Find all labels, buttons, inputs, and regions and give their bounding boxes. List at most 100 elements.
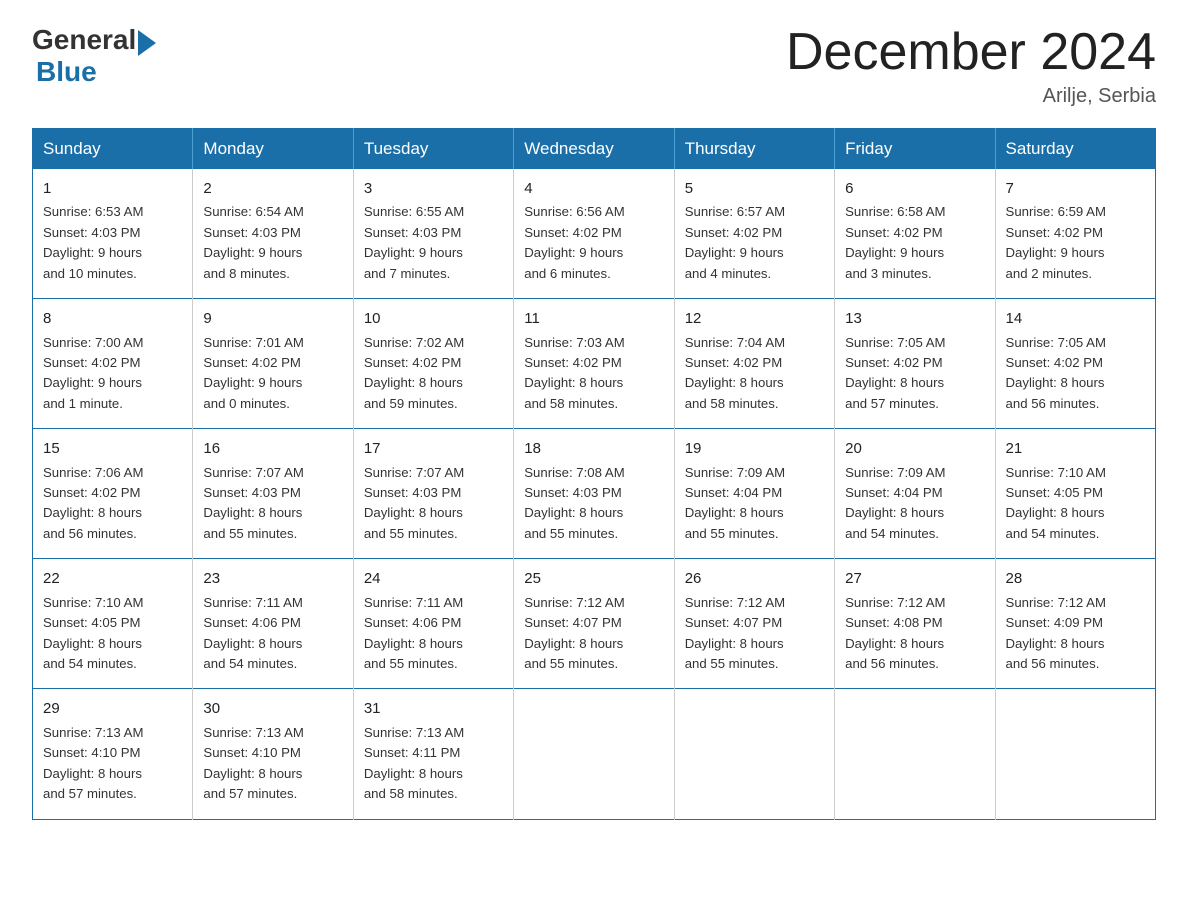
calendar-cell: 29Sunrise: 7:13 AM Sunset: 4:10 PM Dayli… — [33, 689, 193, 819]
calendar-week-row: 15 Sunrise: 7:06 AM Sunset: 4:02 PM Dayli… — [33, 429, 1156, 559]
day-info: Sunrise: 7:10 AM Sunset: 4:05 PM Dayligh… — [43, 593, 182, 675]
calendar-cell: 13 Sunrise: 7:05 AM Sunset: 4:02 PM Dayli… — [835, 299, 995, 429]
day-info: Sunrise: 7:07 AM Sunset: 4:03 PM Dayligh… — [364, 463, 503, 545]
calendar-cell: 7Sunrise: 6:59 AM Sunset: 4:02 PM Daylig… — [995, 169, 1155, 299]
day-info: Sunrise: 7:12 AM Sunset: 4:07 PM Dayligh… — [524, 593, 663, 675]
weekday-header-wednesday: Wednesday — [514, 129, 674, 170]
calendar-cell: 10 Sunrise: 7:02 AM Sunset: 4:02 PM Dayli… — [353, 299, 513, 429]
day-number: 3 — [364, 177, 503, 200]
day-number: 26 — [685, 567, 824, 590]
day-number: 22 — [43, 567, 182, 590]
day-number: 1 — [43, 177, 182, 200]
logo: General Blue — [32, 24, 156, 88]
day-info: Sunrise: 7:08 AM Sunset: 4:03 PM Dayligh… — [524, 463, 663, 545]
month-title: December 2024 — [786, 24, 1156, 81]
day-number: 19 — [685, 437, 824, 460]
calendar-cell — [514, 689, 674, 819]
day-number: 16 — [203, 437, 342, 460]
logo-general-text: General — [32, 24, 136, 56]
calendar-cell: 22 Sunrise: 7:10 AM Sunset: 4:05 PM Dayli… — [33, 559, 193, 689]
day-number: 25 — [524, 567, 663, 590]
day-number: 29 — [43, 697, 182, 720]
day-number: 28 — [1006, 567, 1145, 590]
calendar-cell: 11 Sunrise: 7:03 AM Sunset: 4:02 PM Dayli… — [514, 299, 674, 429]
calendar-cell — [674, 689, 834, 819]
calendar-cell: 9 Sunrise: 7:01 AM Sunset: 4:02 PM Daylig… — [193, 299, 353, 429]
calendar-cell: 3Sunrise: 6:55 AM Sunset: 4:03 PM Daylig… — [353, 169, 513, 299]
day-number: 9 — [203, 307, 342, 330]
day-info: Sunrise: 7:11 AM Sunset: 4:06 PM Dayligh… — [203, 593, 342, 675]
title-block: December 2024 Arilje, Serbia — [786, 24, 1156, 108]
calendar-week-row: 8 Sunrise: 7:00 AM Sunset: 4:02 PM Daylig… — [33, 299, 1156, 429]
calendar-cell: 19 Sunrise: 7:09 AM Sunset: 4:04 PM Dayli… — [674, 429, 834, 559]
calendar-cell: 1Sunrise: 6:53 AM Sunset: 4:03 PM Daylig… — [33, 169, 193, 299]
calendar-week-row: 22 Sunrise: 7:10 AM Sunset: 4:05 PM Dayli… — [33, 559, 1156, 689]
calendar-cell: 18 Sunrise: 7:08 AM Sunset: 4:03 PM Dayli… — [514, 429, 674, 559]
day-info: Sunrise: 7:04 AM Sunset: 4:02 PM Dayligh… — [685, 333, 824, 415]
day-number: 11 — [524, 307, 663, 330]
day-number: 5 — [685, 177, 824, 200]
day-number: 31 — [364, 697, 503, 720]
day-info: Sunrise: 7:06 AM Sunset: 4:02 PM Dayligh… — [43, 463, 182, 545]
day-number: 2 — [203, 177, 342, 200]
day-number: 15 — [43, 437, 182, 460]
calendar-cell: 30Sunrise: 7:13 AM Sunset: 4:10 PM Dayli… — [193, 689, 353, 819]
calendar-cell: 14Sunrise: 7:05 AM Sunset: 4:02 PM Dayli… — [995, 299, 1155, 429]
day-number: 24 — [364, 567, 503, 590]
day-info: Sunrise: 7:03 AM Sunset: 4:02 PM Dayligh… — [524, 333, 663, 415]
day-number: 4 — [524, 177, 663, 200]
calendar-cell: 12 Sunrise: 7:04 AM Sunset: 4:02 PM Dayli… — [674, 299, 834, 429]
day-info: Sunrise: 7:05 AM Sunset: 4:02 PM Dayligh… — [845, 333, 984, 415]
day-number: 7 — [1006, 177, 1145, 200]
day-number: 6 — [845, 177, 984, 200]
calendar-cell: 4Sunrise: 6:56 AM Sunset: 4:02 PM Daylig… — [514, 169, 674, 299]
day-info: Sunrise: 7:00 AM Sunset: 4:02 PM Dayligh… — [43, 333, 182, 415]
calendar-cell: 27Sunrise: 7:12 AM Sunset: 4:08 PM Dayli… — [835, 559, 995, 689]
calendar-week-row: 29Sunrise: 7:13 AM Sunset: 4:10 PM Dayli… — [33, 689, 1156, 819]
day-info: Sunrise: 7:02 AM Sunset: 4:02 PM Dayligh… — [364, 333, 503, 415]
calendar-cell: 26 Sunrise: 7:12 AM Sunset: 4:07 PM Dayli… — [674, 559, 834, 689]
day-info: Sunrise: 7:11 AM Sunset: 4:06 PM Dayligh… — [364, 593, 503, 675]
calendar-cell: 17 Sunrise: 7:07 AM Sunset: 4:03 PM Dayli… — [353, 429, 513, 559]
weekday-header-tuesday: Tuesday — [353, 129, 513, 170]
day-number: 20 — [845, 437, 984, 460]
day-info: Sunrise: 6:54 AM Sunset: 4:03 PM Dayligh… — [203, 202, 342, 284]
day-number: 8 — [43, 307, 182, 330]
day-info: Sunrise: 7:13 AM Sunset: 4:11 PM Dayligh… — [364, 723, 503, 805]
calendar-cell: 28 Sunrise: 7:12 AM Sunset: 4:09 PM Dayli… — [995, 559, 1155, 689]
calendar-cell: 2Sunrise: 6:54 AM Sunset: 4:03 PM Daylig… — [193, 169, 353, 299]
day-number: 17 — [364, 437, 503, 460]
calendar-body: 1Sunrise: 6:53 AM Sunset: 4:03 PM Daylig… — [33, 169, 1156, 819]
day-number: 12 — [685, 307, 824, 330]
day-info: Sunrise: 7:09 AM Sunset: 4:04 PM Dayligh… — [845, 463, 984, 545]
page-header: General Blue December 2024 Arilje, Serbi… — [32, 24, 1156, 108]
day-info: Sunrise: 6:58 AM Sunset: 4:02 PM Dayligh… — [845, 202, 984, 284]
calendar-week-row: 1Sunrise: 6:53 AM Sunset: 4:03 PM Daylig… — [33, 169, 1156, 299]
day-info: Sunrise: 6:55 AM Sunset: 4:03 PM Dayligh… — [364, 202, 503, 284]
calendar-table: SundayMondayTuesdayWednesdayThursdayFrid… — [32, 128, 1156, 819]
day-info: Sunrise: 7:01 AM Sunset: 4:02 PM Dayligh… — [203, 333, 342, 415]
location-text: Arilje, Serbia — [786, 85, 1156, 108]
day-number: 18 — [524, 437, 663, 460]
day-info: Sunrise: 7:10 AM Sunset: 4:05 PM Dayligh… — [1006, 463, 1145, 545]
weekday-header-saturday: Saturday — [995, 129, 1155, 170]
day-info: Sunrise: 6:57 AM Sunset: 4:02 PM Dayligh… — [685, 202, 824, 284]
calendar-cell: 31 Sunrise: 7:13 AM Sunset: 4:11 PM Dayli… — [353, 689, 513, 819]
day-number: 13 — [845, 307, 984, 330]
calendar-cell: 6Sunrise: 6:58 AM Sunset: 4:02 PM Daylig… — [835, 169, 995, 299]
day-info: Sunrise: 7:12 AM Sunset: 4:09 PM Dayligh… — [1006, 593, 1145, 675]
day-number: 10 — [364, 307, 503, 330]
day-info: Sunrise: 7:09 AM Sunset: 4:04 PM Dayligh… — [685, 463, 824, 545]
day-number: 27 — [845, 567, 984, 590]
calendar-cell: 25 Sunrise: 7:12 AM Sunset: 4:07 PM Dayli… — [514, 559, 674, 689]
calendar-header: SundayMondayTuesdayWednesdayThursdayFrid… — [33, 129, 1156, 170]
weekday-header-friday: Friday — [835, 129, 995, 170]
day-info: Sunrise: 6:56 AM Sunset: 4:02 PM Dayligh… — [524, 202, 663, 284]
day-number: 30 — [203, 697, 342, 720]
day-info: Sunrise: 6:59 AM Sunset: 4:02 PM Dayligh… — [1006, 202, 1145, 284]
day-info: Sunrise: 7:12 AM Sunset: 4:07 PM Dayligh… — [685, 593, 824, 675]
weekday-header-monday: Monday — [193, 129, 353, 170]
calendar-cell: 8 Sunrise: 7:00 AM Sunset: 4:02 PM Daylig… — [33, 299, 193, 429]
day-info: Sunrise: 7:07 AM Sunset: 4:03 PM Dayligh… — [203, 463, 342, 545]
day-number: 23 — [203, 567, 342, 590]
